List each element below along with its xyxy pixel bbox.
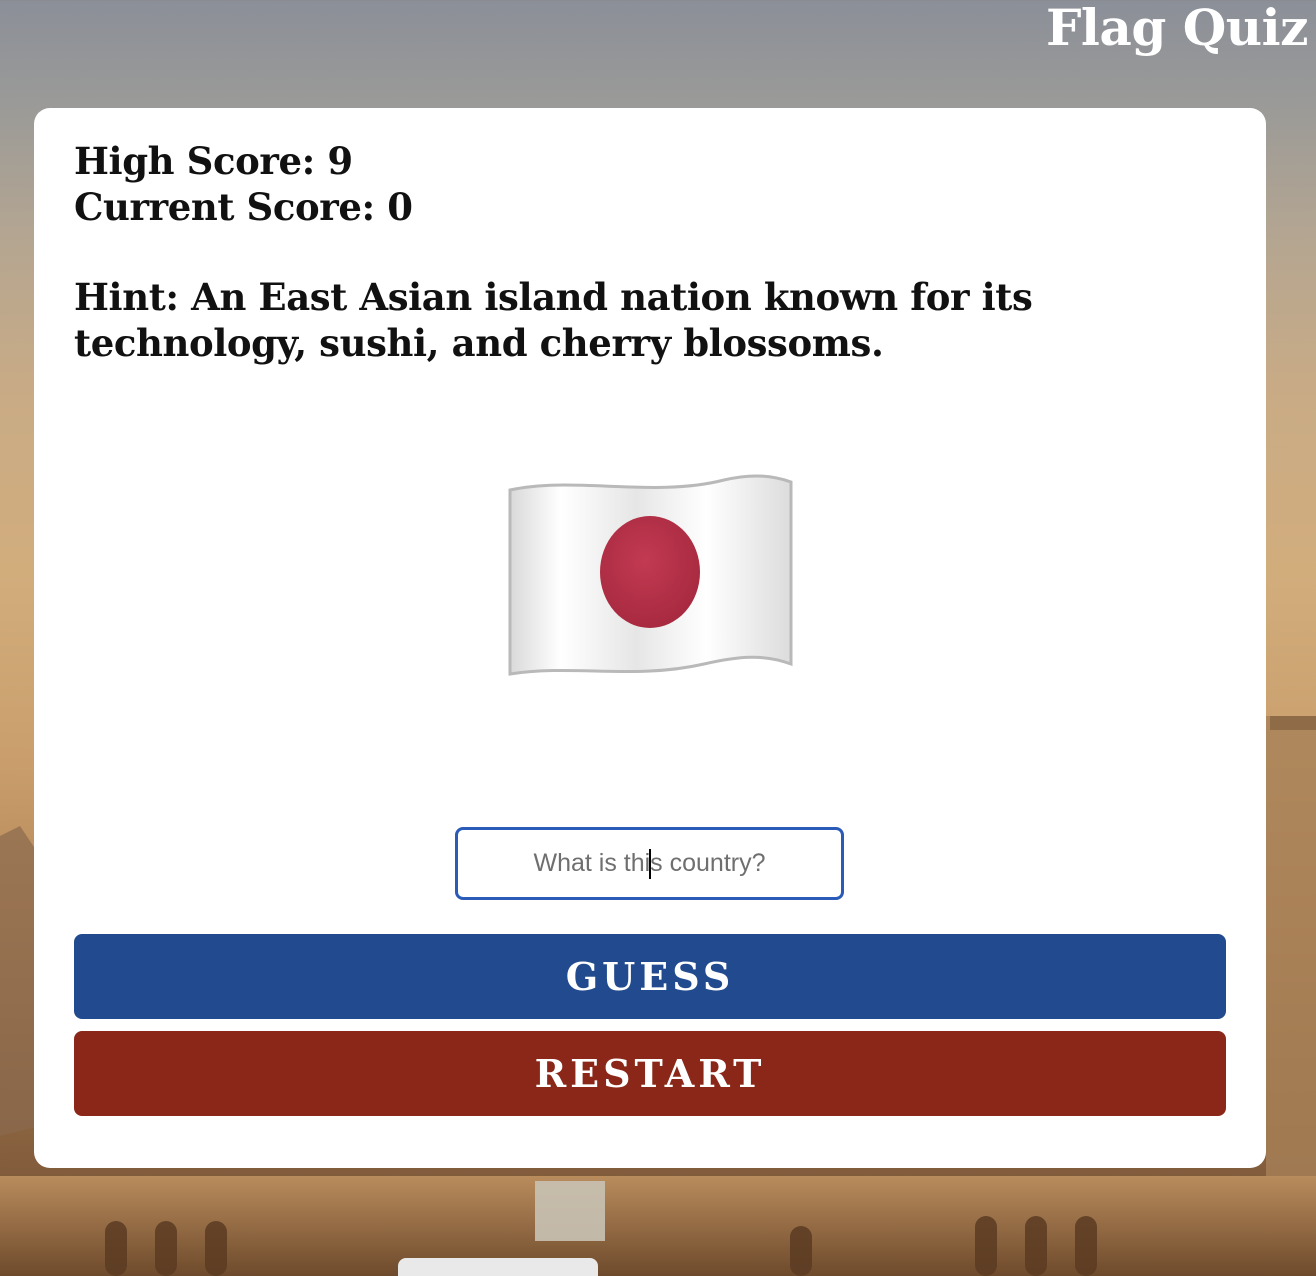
japan-flag-icon — [504, 468, 798, 682]
restart-button[interactable]: RESTART — [74, 1031, 1226, 1116]
app-title: Flag Quiz — [1045, 0, 1309, 57]
text-cursor — [649, 849, 651, 879]
high-score: High Score: 9 — [74, 139, 353, 183]
quiz-card: High Score: 9 Current Score: 0 Hint: An … — [34, 108, 1266, 1168]
bottom-overlay-tab — [398, 1258, 598, 1276]
current-score: Current Score: 0 — [74, 185, 413, 229]
guess-button[interactable]: GUESS — [74, 934, 1226, 1019]
hint-text: Hint: An East Asian island nation known … — [74, 275, 1033, 365]
